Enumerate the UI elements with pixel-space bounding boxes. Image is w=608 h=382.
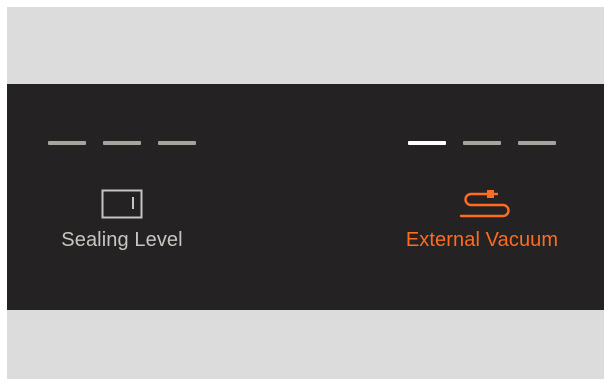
sealing-level-indicator: [48, 141, 196, 145]
level-segment-1: [408, 141, 446, 145]
external-vacuum-button[interactable]: External Vacuum: [386, 186, 578, 252]
sealing-level-button[interactable]: Sealing Level: [49, 186, 195, 252]
external-vacuum-label: External Vacuum: [405, 229, 559, 251]
level-segment-2: [463, 141, 501, 145]
external-vacuum-indicator: [408, 141, 556, 145]
level-segment-3: [518, 141, 556, 145]
hose-icon: [450, 186, 514, 222]
sealing-level-label: Sealing Level: [61, 229, 183, 251]
level-segment-1: [48, 141, 86, 145]
level-segment-2: [103, 141, 141, 145]
level-segment-3: [158, 141, 196, 145]
sealing-level-icon: [101, 186, 143, 222]
